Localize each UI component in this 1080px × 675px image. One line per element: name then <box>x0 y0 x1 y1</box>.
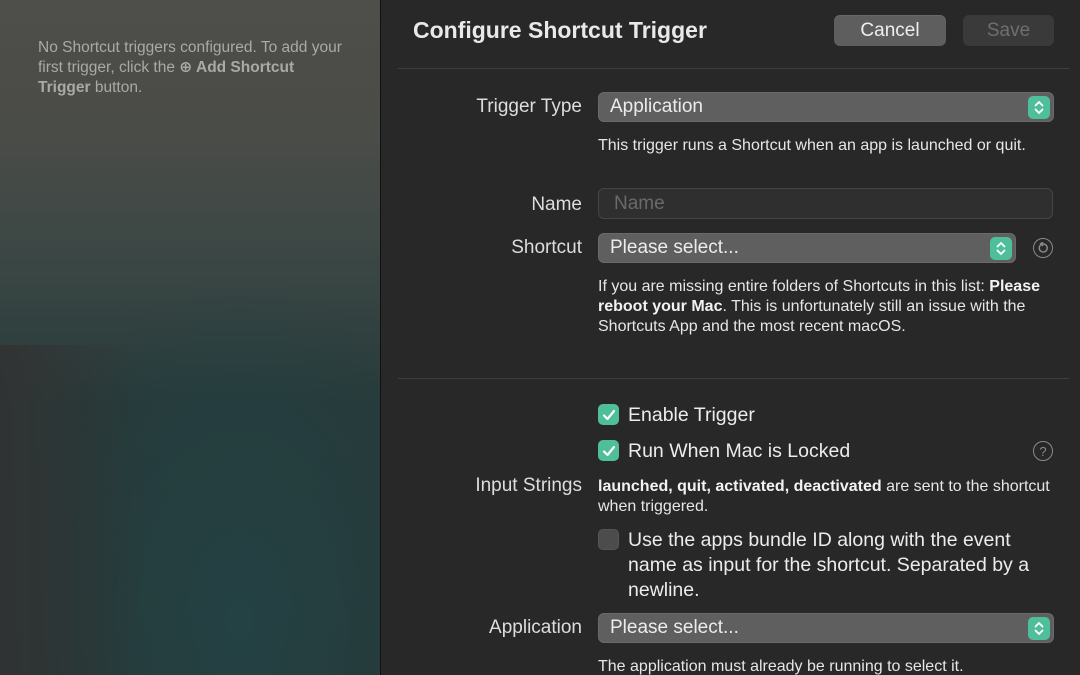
page-title: Configure Shortcut Trigger <box>413 17 707 43</box>
trigger-type-value: Application <box>610 96 703 117</box>
shortcut-label: Shortcut <box>511 237 582 258</box>
application-help: The application must already be running … <box>598 658 964 675</box>
name-input[interactable] <box>598 188 1053 219</box>
up-down-chevron-icon <box>990 237 1012 260</box>
input-strings-help: launched, quit, activated, deactivated a… <box>598 478 1050 515</box>
name-label: Name <box>531 194 582 215</box>
up-down-chevron-icon <box>1028 617 1050 640</box>
bundle-id-label: Use the apps bundle ID along with the ev… <box>628 529 1030 601</box>
checkbox-empty-icon[interactable] <box>598 529 619 550</box>
trigger-type-label: Trigger Type <box>476 96 582 117</box>
add-icon: ⊕ <box>179 59 193 76</box>
shortcut-value: Please select... <box>610 237 739 258</box>
up-down-chevron-icon <box>1028 96 1050 119</box>
empty-state-message: No Shortcut triggers configured. To add … <box>38 39 342 96</box>
shortcut-help: If you are missing entire folders of Sho… <box>598 278 1040 335</box>
run-when-locked-checkbox[interactable]: Run When Mac is Locked <box>598 439 850 464</box>
save-button[interactable]: Save <box>963 15 1054 46</box>
input-strings-label: Input Strings <box>475 475 582 496</box>
divider <box>398 68 1069 69</box>
application-label: Application <box>489 617 582 638</box>
trigger-type-select[interactable]: Application <box>598 92 1054 122</box>
trigger-type-help: This trigger runs a Shortcut when an app… <box>598 137 1026 154</box>
run-when-locked-label: Run When Mac is Locked <box>628 440 851 462</box>
help-icon[interactable]: ? <box>1033 441 1053 461</box>
refresh-icon[interactable] <box>1033 238 1053 258</box>
enable-trigger-label: Enable Trigger <box>628 404 755 426</box>
application-value: Please select... <box>610 617 739 638</box>
bundle-id-checkbox[interactable]: Use the apps bundle ID along with the ev… <box>598 528 1053 603</box>
checkmark-icon[interactable] <box>598 404 619 425</box>
checkmark-icon[interactable] <box>598 440 619 461</box>
sidebar: No Shortcut triggers configured. To add … <box>0 0 381 675</box>
cancel-button[interactable]: Cancel <box>834 15 946 46</box>
shortcut-select[interactable]: Please select... <box>598 233 1016 263</box>
application-select[interactable]: Please select... <box>598 613 1054 643</box>
divider <box>398 378 1069 379</box>
configure-panel: Configure Shortcut Trigger Cancel Save T… <box>382 0 1080 675</box>
enable-trigger-checkbox[interactable]: Enable Trigger <box>598 403 755 428</box>
